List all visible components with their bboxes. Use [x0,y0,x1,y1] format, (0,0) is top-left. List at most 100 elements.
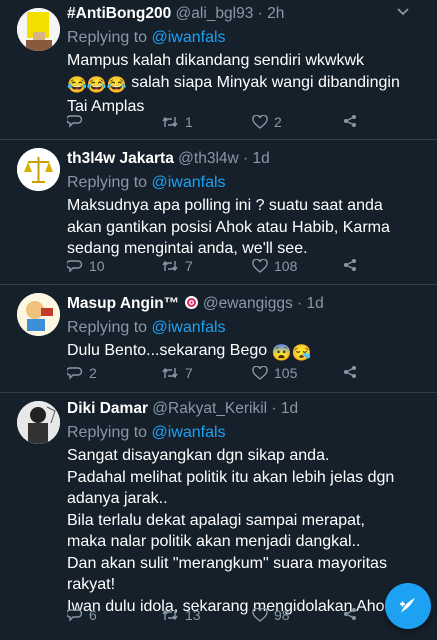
timestamp[interactable]: 1d [281,400,298,417]
tweet-text-line: Mampus kalah dikandang sendiri wkwkwk [67,52,365,69]
tweet-header: th3l4w Jakarta @th3l4w · 1d [67,149,425,169]
like-icon [252,259,268,273]
reply-count: 10 [89,258,105,274]
retweet-button[interactable]: 7 [161,365,193,381]
reply-mention[interactable]: @iwanfals [152,424,226,441]
tweet-1[interactable]: #AntiBong200 @ali_bgl93 · 2h Replying to… [0,0,437,140]
emoji: 😂😂😂 [67,76,127,94]
share-button[interactable] [343,114,357,128]
avatar-image [17,8,60,51]
avatar-image [17,401,60,444]
tweet-header: Masup Angin™ @ewangiggs · 1d [67,294,425,314]
tweet-text: Sangat disayangkan dgn sikap anda. Padah… [67,445,425,617]
tweet-actions: 1 2 [67,114,437,134]
tweet-text-line: Bila terlalu dekat apalagi sampai merapa… [67,511,365,529]
tweet-text-line: Dan akan sulit "merangkum" suara mayorit… [67,554,387,572]
tweet-2[interactable]: th3l4w Jakarta @th3l4w · 1d Replying to … [0,140,437,285]
share-button[interactable] [343,365,357,379]
separator: · [271,400,277,417]
timestamp[interactable]: 2h [267,5,284,22]
retweet-icon [162,260,178,272]
replying-to-label: Replying to [67,319,148,336]
tweet-text-line: Sangat disayangkan dgn sikap anda. [67,447,330,464]
replying-to-label: Replying to [67,424,148,441]
tweet-3[interactable]: Masup Angin™ @ewangiggs · 1d Replying to… [0,285,437,393]
display-name[interactable]: Masup Angin™ [67,295,179,312]
like-count: 98 [274,607,290,623]
reply-count: 2 [89,365,97,381]
share-icon [344,259,356,271]
tweet-text-line: rakyat! [67,576,116,593]
user-handle[interactable]: @th3l4w [178,150,239,167]
reply-button[interactable]: 10 [67,258,105,274]
tweet-text-line: sedang mengintai anda, we'll see. [67,240,308,257]
tweet-4[interactable]: Diki Damar @Rakyat_Kerikil · 1d Replying… [0,393,437,640]
share-icon [344,115,356,127]
avatar[interactable] [17,8,60,51]
share-icon [344,366,356,378]
replying-to: Replying to @iwanfals [67,27,425,49]
compose-tweet-icon [400,598,415,613]
like-count: 108 [274,258,298,274]
timestamp[interactable]: 1d [253,150,270,167]
avatar[interactable] [17,293,60,336]
tweet-actions: 6 13 98 [67,607,437,627]
like-icon [252,608,268,622]
reply-button[interactable]: 6 [67,607,97,623]
reply-mention[interactable]: @iwanfals [152,174,226,191]
caret-down-icon[interactable] [395,6,411,18]
reply-mention[interactable]: @iwanfals [152,29,226,46]
like-button[interactable]: 2 [252,114,282,130]
compose-tweet-button[interactable] [385,583,431,629]
user-handle[interactable]: @Rakyat_Kerikil [152,400,267,417]
retweet-count: 13 [185,607,201,623]
display-name[interactable]: #AntiBong200 [67,5,171,22]
retweet-button[interactable]: 13 [161,607,201,623]
separator: · [257,5,263,22]
replying-to: Replying to @iwanfals [67,172,425,194]
reply-button[interactable] [67,114,89,128]
share-button[interactable] [343,258,357,272]
replying-to-label: Replying to [67,29,148,46]
retweet-count: 7 [185,258,193,274]
separator: · [243,150,249,167]
tweet-text-line: Maksudnya apa polling ini ? suatu saat a… [67,197,383,214]
emoji: 😨😪 [271,345,312,362]
like-count: 2 [274,114,282,130]
retweet-button[interactable]: 1 [161,114,193,130]
display-name[interactable]: th3l4w Jakarta [67,150,174,167]
tweet-text: Maksudnya apa polling ini ? suatu saat a… [67,195,425,260]
like-button[interactable]: 108 [252,258,297,274]
user-handle[interactable]: @ewangiggs [203,295,293,312]
retweet-icon [162,116,178,128]
avatar-image [17,293,60,336]
like-button[interactable]: 98 [252,607,290,623]
avatar[interactable] [17,401,60,444]
retweet-icon [162,367,178,379]
tweet-header: #AntiBong200 @ali_bgl93 · 2h [67,4,425,24]
avatar[interactable] [17,148,60,191]
reply-mention[interactable]: @iwanfals [152,319,226,336]
tweet-text-line: Padahal melihat politik itu akan lebih j… [67,468,395,486]
display-name[interactable]: Diki Damar [67,400,148,417]
retweet-icon [162,609,178,621]
tweet-text-segment: Dulu Bento...sekarang Bego [67,342,268,359]
tweet-actions: 2 7 105 [67,365,437,385]
reply-icon [67,609,83,622]
like-icon [252,115,268,129]
separator: · [297,295,303,312]
retweet-count: 1 [185,114,193,130]
retweet-button[interactable]: 7 [161,258,193,274]
timestamp[interactable]: 1d [307,295,324,312]
avatar-image [17,148,60,191]
like-button[interactable]: 105 [252,365,297,381]
tweet-text-line: adanya jarak.. [67,490,168,507]
reply-button[interactable]: 2 [67,365,97,381]
target-emoji-icon [184,296,198,309]
like-count: 105 [274,365,298,381]
share-button[interactable] [343,607,357,621]
like-icon [252,366,268,380]
tweet-text-segment: salah siapa Minyak wangi dibandingin [131,73,400,91]
tweet-text-line: maka nalar politik akan menjadi dangkal.… [67,533,361,550]
user-handle[interactable]: @ali_bgl93 [176,5,254,22]
